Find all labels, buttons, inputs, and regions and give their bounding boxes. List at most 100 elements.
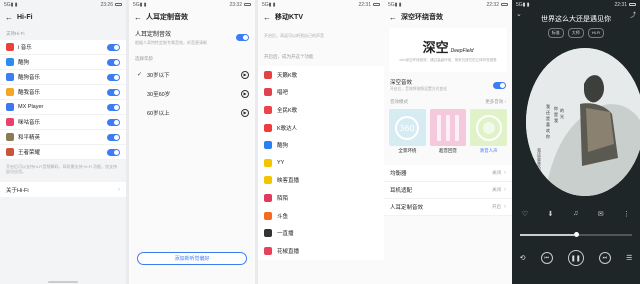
deepfield-toggle[interactable] xyxy=(493,81,506,89)
age-label: 30岁以下 xyxy=(147,72,170,79)
comment-icon[interactable]: ✉ xyxy=(598,210,604,218)
ktv-app-row[interactable]: 酷狗 xyxy=(258,136,384,154)
next-button[interactable]: ⏭ xyxy=(598,252,611,264)
play-sample-icon[interactable]: ▶ xyxy=(241,89,249,98)
ktv-app-row[interactable]: K歌达人 xyxy=(258,118,384,137)
brand-logo: 深空 xyxy=(422,41,449,56)
add-preference-button[interactable]: 添加新听觉偏好 xyxy=(137,252,247,265)
more-modes-link[interactable]: 更多音效 › xyxy=(485,99,506,105)
progress-knob[interactable] xyxy=(573,232,579,237)
mode-card[interactable]: 超音回音 xyxy=(429,109,467,154)
section-label: 支持Hi-Fi xyxy=(6,31,25,36)
mode-section: 音效模式 更多音效 › xyxy=(384,95,512,106)
mode-card[interactable]: 360 全景环绕 xyxy=(389,109,426,154)
settings-rows: 均衡器 关闭 › 耳机适配 关闭 › 人耳定制音效 开启 › xyxy=(384,165,512,216)
check-icon: ✓ xyxy=(137,72,143,78)
age-option[interactable]: 60岁以上 ▶ xyxy=(129,103,255,122)
svg-text:喜: 喜 xyxy=(546,121,550,127)
app-label: 斗鱼 xyxy=(277,213,289,220)
play-sample-icon[interactable]: ▶ xyxy=(241,108,249,117)
like-icon[interactable]: ♡ xyxy=(522,210,528,218)
pause-button[interactable]: ❚❚ xyxy=(567,250,584,266)
back-arrow-icon[interactable]: ← xyxy=(263,13,271,22)
back-arrow-icon[interactable]: ← xyxy=(134,13,142,22)
ktv-app-row[interactable]: 映客直播 xyxy=(258,171,384,190)
page-title: Hi-Fi xyxy=(17,13,33,21)
mode-card-label: 清音人声 xyxy=(479,148,498,153)
previous-button[interactable]: ⏮ xyxy=(540,252,553,264)
app-toggle[interactable] xyxy=(107,88,120,96)
setting-row[interactable]: 均衡器 关闭 › xyxy=(384,165,512,182)
ktv-app-row[interactable]: 天籁K歌 xyxy=(258,66,384,84)
age-option[interactable]: ✓ 30岁以下 ▶ xyxy=(129,65,255,84)
app-toggle[interactable] xyxy=(107,103,120,111)
setting-row[interactable]: 耳机适配 关闭 › xyxy=(384,182,512,199)
battery-icon xyxy=(244,3,251,6)
app-toggle[interactable] xyxy=(107,148,120,156)
battery-icon xyxy=(629,3,636,6)
status-bar: 5G▮ ▮ 22:32 xyxy=(384,0,512,9)
deepfield-toggle-desc: 开启后，音效将按照设置方式变化 xyxy=(390,87,447,91)
app-toggle[interactable] xyxy=(107,133,120,141)
svg-text:是: 是 xyxy=(554,111,558,117)
status-bar: 5G▮ ▮ 22:31 xyxy=(512,0,640,9)
status-bar: 5G▮ ▮ 23:26 xyxy=(0,0,126,9)
page-title: 移动KTV xyxy=(275,14,303,21)
app-toggle[interactable] xyxy=(107,118,120,126)
ktv-app-row[interactable]: 唱吧 xyxy=(258,83,384,102)
age-label: 30至60岁 xyxy=(147,91,171,98)
ear-toggle-label: 人耳定制音效 xyxy=(135,32,172,38)
mode-card-image xyxy=(470,109,508,146)
lyrics-icon[interactable]: ♫ xyxy=(573,210,578,218)
app-label: K歌达人 xyxy=(277,125,298,132)
ktv-app-row[interactable]: 陌陌 xyxy=(258,189,384,207)
about-hifi-row[interactable]: 关于Hi-Fi › xyxy=(0,182,126,197)
status-time: 22:31 xyxy=(358,1,371,8)
app-label: 咪咕音乐 xyxy=(18,120,41,126)
repeat-icon[interactable]: ⟲ xyxy=(520,254,526,262)
collapse-chevron-icon[interactable]: ⌄ xyxy=(516,10,522,18)
app-row: i 音乐 xyxy=(0,40,126,55)
ear-sound-toggle[interactable] xyxy=(236,34,249,41)
app-label: 酷我音乐 xyxy=(18,90,41,96)
more-icon[interactable]: ⋮ xyxy=(623,210,630,218)
app-icon xyxy=(264,158,272,167)
mode-section-label: 音效模式 xyxy=(390,99,408,104)
play-sample-icon[interactable]: ▶ xyxy=(241,70,249,79)
ktv-app-row[interactable]: YY xyxy=(258,153,384,172)
setting-row[interactable]: 人耳定制音效 开启 › xyxy=(384,199,512,216)
header: ← 人耳定制音效 xyxy=(129,9,255,25)
ktv-app-row[interactable]: 全民K歌 xyxy=(258,101,384,119)
app-icon xyxy=(264,229,272,238)
ktv-app-row[interactable]: 一直播 xyxy=(258,224,384,242)
back-arrow-icon[interactable]: ← xyxy=(5,13,13,22)
app-icon xyxy=(264,105,272,114)
progress-bar[interactable] xyxy=(520,232,632,237)
app-label: 映客直播 xyxy=(277,178,300,185)
app-toggle[interactable] xyxy=(107,43,120,51)
mode-cards: 360 全景环绕 超音回音 清音人声 xyxy=(384,106,512,157)
share-icon[interactable]: ⤴ xyxy=(630,10,636,19)
mode-card[interactable]: 清音人声 xyxy=(470,109,508,154)
ktv-app-row[interactable]: 花椒直播 xyxy=(258,241,384,260)
ktv-app-row[interactable]: 斗鱼 xyxy=(258,206,384,225)
setting-value: 开启 xyxy=(492,204,501,209)
ktv-note: 开启后，耳返可以听到自己的声音 xyxy=(264,33,324,38)
app-label: 王者荣耀 xyxy=(18,150,41,156)
quality-tags: 标准 大师 Hi-Fi xyxy=(512,28,640,38)
app-toggle[interactable] xyxy=(107,73,120,81)
quality-tag[interactable]: Hi-Fi xyxy=(587,28,605,38)
status-signal: 5G▮ ▮ xyxy=(133,1,147,8)
app-icon xyxy=(6,58,14,66)
quality-tag[interactable]: 大师 xyxy=(567,28,584,38)
app-row: 咪咕音乐 xyxy=(0,115,126,130)
back-arrow-icon[interactable]: ← xyxy=(389,13,397,22)
mode-card-image xyxy=(429,109,467,146)
app-toggle[interactable] xyxy=(107,58,120,66)
age-option[interactable]: 30至60岁 ▶ xyxy=(129,84,255,103)
playlist-icon[interactable]: ☰ xyxy=(626,254,632,262)
quality-tag[interactable]: 标准 xyxy=(547,28,564,38)
app-list: i 音乐 酷狗 酷狗音乐 酷我音乐 MX Player 咪咕音乐 和平精英 王者荣耀 xyxy=(0,40,126,160)
header: ← 移动KTV xyxy=(258,9,384,25)
download-icon[interactable]: ⬇ xyxy=(548,210,554,218)
